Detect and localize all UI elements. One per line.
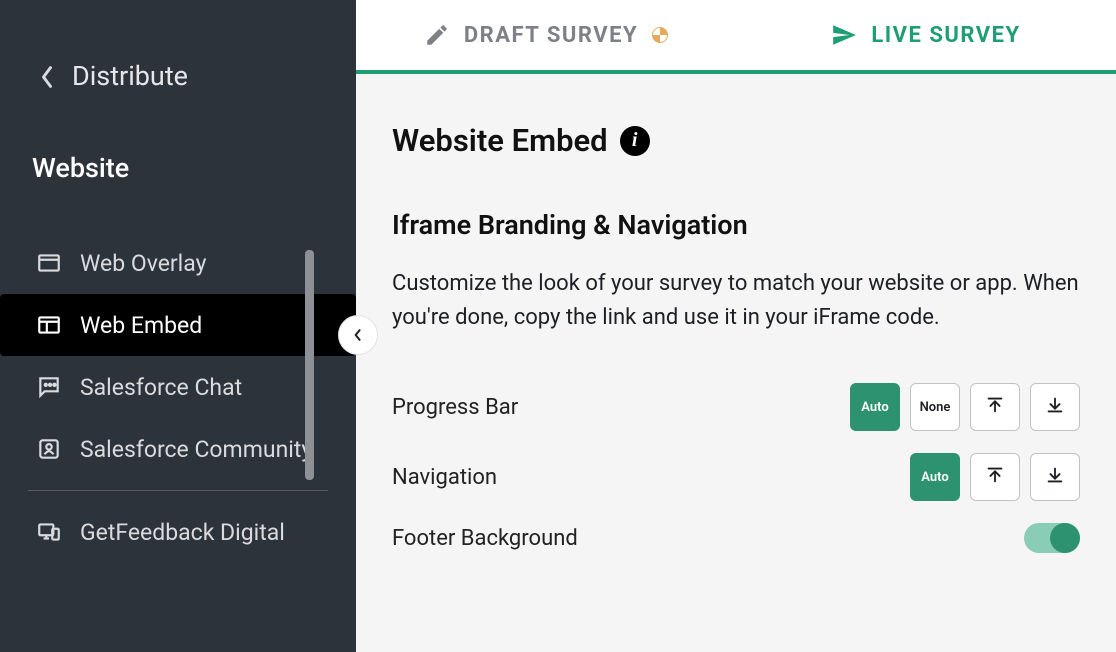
progress-bar-auto-button[interactable]: Auto xyxy=(850,383,900,431)
sidebar-back-label: Distribute xyxy=(72,60,188,92)
navigation-button-group: Auto xyxy=(910,453,1080,501)
sidebar: Distribute Website Web Overlay Web Embed… xyxy=(0,0,356,652)
sidebar-divider xyxy=(28,490,328,491)
sidebar-item-label: Salesforce Community xyxy=(80,436,312,463)
devices-icon xyxy=(36,519,62,545)
page-title-row: Website Embed i xyxy=(392,122,1080,159)
main: DRAFT SURVEY LIVE SURVEY Website Embed i… xyxy=(356,0,1116,652)
navigation-top-button[interactable] xyxy=(970,453,1020,501)
sidebar-scrollbar[interactable] xyxy=(305,250,314,480)
sidebar-section-title: Website xyxy=(0,152,356,184)
tab-label: DRAFT SURVEY xyxy=(464,23,638,48)
paper-plane-icon xyxy=(831,22,857,48)
footer-background-toggle[interactable] xyxy=(1024,523,1080,553)
arrow-down-bar-icon xyxy=(1044,394,1066,420)
toggle-thumb xyxy=(1050,523,1080,553)
sidebar-item-label: GetFeedback Digital xyxy=(80,519,285,546)
arrow-down-bar-icon xyxy=(1044,464,1066,490)
sidebar-item-web-embed[interactable]: Web Embed xyxy=(0,294,356,356)
tabs: DRAFT SURVEY LIVE SURVEY xyxy=(356,0,1116,74)
pencil-icon xyxy=(424,22,450,48)
chevron-left-icon xyxy=(40,64,54,88)
sidebar-item-label: Web Overlay xyxy=(80,250,207,277)
option-label: Footer Background xyxy=(392,526,578,551)
collapse-sidebar-button[interactable] xyxy=(338,315,378,355)
progress-bar-button-group: Auto None xyxy=(850,383,1080,431)
tab-live-survey[interactable]: LIVE SURVEY xyxy=(736,0,1116,70)
sidebar-item-label: Salesforce Chat xyxy=(80,374,242,401)
option-label: Navigation xyxy=(392,465,497,490)
chat-icon xyxy=(36,374,62,400)
sidebar-item-salesforce-chat[interactable]: Salesforce Chat xyxy=(0,356,356,418)
option-row-progress-bar: Progress Bar Auto None xyxy=(392,383,1080,431)
tab-draft-survey[interactable]: DRAFT SURVEY xyxy=(356,0,736,70)
section-description: Customize the look of your survey to mat… xyxy=(392,267,1080,335)
embed-icon xyxy=(36,312,62,338)
page-title: Website Embed xyxy=(392,122,608,159)
option-row-footer-background: Footer Background xyxy=(392,523,1080,553)
progress-bar-none-button[interactable]: None xyxy=(910,383,960,431)
navigation-auto-button[interactable]: Auto xyxy=(910,453,960,501)
community-icon xyxy=(36,436,62,462)
sidebar-item-label: Web Embed xyxy=(80,312,202,339)
content: Website Embed i Iframe Branding & Naviga… xyxy=(356,74,1116,652)
progress-bar-bottom-button[interactable] xyxy=(1030,383,1080,431)
arrow-up-bar-icon xyxy=(984,394,1006,420)
sidebar-item-web-overlay[interactable]: Web Overlay xyxy=(0,232,356,294)
progress-bar-top-button[interactable] xyxy=(970,383,1020,431)
option-label: Progress Bar xyxy=(392,395,518,420)
sidebar-item-salesforce-community[interactable]: Salesforce Community xyxy=(0,418,356,480)
arrow-up-bar-icon xyxy=(984,464,1006,490)
navigation-bottom-button[interactable] xyxy=(1030,453,1080,501)
sidebar-item-getfeedback-digital[interactable]: GetFeedback Digital xyxy=(0,501,356,563)
option-row-navigation: Navigation Auto xyxy=(392,453,1080,501)
window-icon xyxy=(36,250,62,276)
info-icon[interactable]: i xyxy=(620,126,650,156)
tab-label: LIVE SURVEY xyxy=(871,23,1020,48)
draft-status-icon xyxy=(652,27,668,43)
sidebar-back[interactable]: Distribute xyxy=(0,60,356,152)
section-heading: Iframe Branding & Navigation xyxy=(392,209,1080,241)
sidebar-list: Web Overlay Web Embed Salesforce Chat Sa… xyxy=(0,232,356,563)
